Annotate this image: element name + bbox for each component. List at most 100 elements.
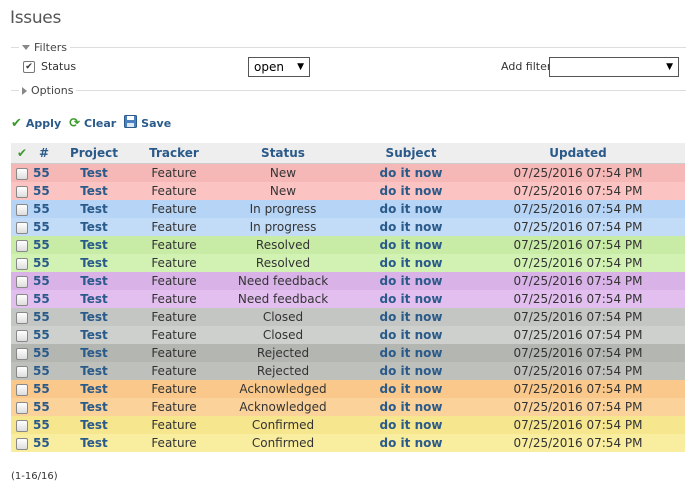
row-checkbox[interactable] [11, 416, 33, 434]
issue-id-link[interactable]: 55 [33, 182, 55, 200]
toggle-all-checkbox[interactable]: ✔ [11, 143, 33, 164]
checkbox[interactable] [16, 203, 28, 216]
save-button[interactable]: Save [124, 115, 171, 132]
subject-link[interactable]: do it now [351, 272, 471, 290]
table-row[interactable]: 55 Test Feature Rejected do it now 07/25/2016… [11, 362, 685, 380]
subject-link[interactable]: do it now [351, 290, 471, 308]
subject-link[interactable]: do it now [351, 308, 471, 326]
issue-id-link[interactable]: 55 [33, 272, 55, 290]
subject-link[interactable]: do it now [351, 344, 471, 362]
row-checkbox[interactable] [11, 290, 33, 308]
row-checkbox[interactable] [11, 380, 33, 398]
project-link[interactable]: Test [55, 398, 133, 416]
table-row[interactable]: 55 Test Feature Resolved do it now 07/25/2016… [11, 236, 685, 254]
row-checkbox[interactable] [11, 218, 33, 236]
project-link[interactable]: Test [55, 362, 133, 380]
project-link[interactable]: Test [55, 218, 133, 236]
subject-link[interactable]: do it now [351, 164, 471, 183]
project-link[interactable]: Test [55, 272, 133, 290]
filters-legend[interactable]: Filters [19, 41, 70, 54]
project-link[interactable]: Test [55, 236, 133, 254]
issue-id-link[interactable]: 55 [33, 200, 55, 218]
row-checkbox[interactable] [11, 200, 33, 218]
checkbox[interactable] [16, 275, 28, 288]
issue-id-link[interactable]: 55 [33, 236, 55, 254]
row-checkbox[interactable] [11, 164, 33, 183]
issue-id-link[interactable]: 55 [33, 326, 55, 344]
issue-id-link[interactable]: 55 [33, 290, 55, 308]
table-row[interactable]: 55 Test Feature Confirmed do it now 07/25/201… [11, 434, 685, 452]
subject-link[interactable]: do it now [351, 218, 471, 236]
checkbox[interactable] [16, 329, 28, 342]
table-row[interactable]: 55 Test Feature Confirmed do it now 07/25/201… [11, 416, 685, 434]
table-row[interactable]: 55 Test Feature Resolved do it now 07/25/2016… [11, 254, 685, 272]
status-filter-checkbox[interactable]: ✔ [23, 61, 35, 73]
checkbox[interactable] [16, 383, 28, 396]
issue-id-link[interactable]: 55 [33, 434, 55, 452]
checkbox[interactable] [16, 257, 28, 270]
subject-link[interactable]: do it now [351, 182, 471, 200]
column-header-tracker[interactable]: Tracker [133, 143, 215, 164]
issue-id-link[interactable]: 55 [33, 416, 55, 434]
column-header-updated[interactable]: Updated [471, 143, 685, 164]
project-link[interactable]: Test [55, 164, 133, 183]
row-checkbox[interactable] [11, 308, 33, 326]
project-link[interactable]: Test [55, 254, 133, 272]
table-row[interactable]: 55 Test Feature Need feedback do it now 07/25… [11, 272, 685, 290]
row-checkbox[interactable] [11, 236, 33, 254]
row-checkbox[interactable] [11, 326, 33, 344]
project-link[interactable]: Test [55, 200, 133, 218]
checkbox[interactable] [16, 185, 28, 198]
table-row[interactable]: 55 Test Feature In progress do it now 07/25/2… [11, 218, 685, 236]
table-row[interactable]: 55 Test Feature Closed do it now 07/25/2016 0… [11, 326, 685, 344]
table-row[interactable]: 55 Test Feature Acknowledged do it now 07/25/… [11, 380, 685, 398]
column-header-status[interactable]: Status [215, 143, 351, 164]
issue-id-link[interactable]: 55 [33, 254, 55, 272]
issue-id-link[interactable]: 55 [33, 164, 55, 183]
checkbox[interactable] [16, 167, 28, 180]
checkbox[interactable] [16, 365, 28, 378]
checkbox[interactable] [16, 437, 28, 450]
checkbox[interactable] [16, 347, 28, 360]
column-header-project[interactable]: Project [55, 143, 133, 164]
subject-link[interactable]: do it now [351, 434, 471, 452]
issue-id-link[interactable]: 55 [33, 218, 55, 236]
add-filter-select[interactable]: ▼ [549, 57, 679, 77]
apply-button[interactable]: ✔ Apply [11, 116, 61, 131]
project-link[interactable]: Test [55, 182, 133, 200]
table-row[interactable]: 55 Test Feature New do it now 07/25/2016 07:5… [11, 163, 685, 183]
subject-link[interactable]: do it now [351, 254, 471, 272]
subject-link[interactable]: do it now [351, 380, 471, 398]
column-header-id[interactable]: # [33, 143, 55, 164]
row-checkbox[interactable] [11, 344, 33, 362]
project-link[interactable]: Test [55, 434, 133, 452]
issue-id-link[interactable]: 55 [33, 344, 55, 362]
table-row[interactable]: 55 Test Feature Acknowledged do it now 07/25/… [11, 398, 685, 416]
project-link[interactable]: Test [55, 326, 133, 344]
column-header-subject[interactable]: Subject [351, 143, 471, 164]
row-checkbox[interactable] [11, 398, 33, 416]
project-link[interactable]: Test [55, 308, 133, 326]
table-row[interactable]: 55 Test Feature Closed do it now 07/25/2016 0… [11, 308, 685, 326]
project-link[interactable]: Test [55, 290, 133, 308]
subject-link[interactable]: do it now [351, 398, 471, 416]
status-operator-select[interactable]: open ▼ [248, 57, 310, 77]
issue-id-link[interactable]: 55 [33, 380, 55, 398]
checkbox[interactable] [16, 293, 28, 306]
project-link[interactable]: Test [55, 344, 133, 362]
checkbox[interactable] [16, 221, 28, 234]
subject-link[interactable]: do it now [351, 362, 471, 380]
row-checkbox[interactable] [11, 362, 33, 380]
subject-link[interactable]: do it now [351, 200, 471, 218]
options-legend[interactable]: Options [19, 84, 77, 97]
subject-link[interactable]: do it now [351, 236, 471, 254]
row-checkbox[interactable] [11, 182, 33, 200]
subject-link[interactable]: do it now [351, 326, 471, 344]
checkbox[interactable] [16, 239, 28, 252]
checkbox[interactable] [16, 311, 28, 324]
project-link[interactable]: Test [55, 380, 133, 398]
issue-id-link[interactable]: 55 [33, 362, 55, 380]
row-checkbox[interactable] [11, 434, 33, 452]
table-row[interactable]: 55 Test Feature New do it now 07/25/2016 07:5… [11, 182, 685, 200]
clear-button[interactable]: ⟳ Clear [69, 116, 116, 131]
